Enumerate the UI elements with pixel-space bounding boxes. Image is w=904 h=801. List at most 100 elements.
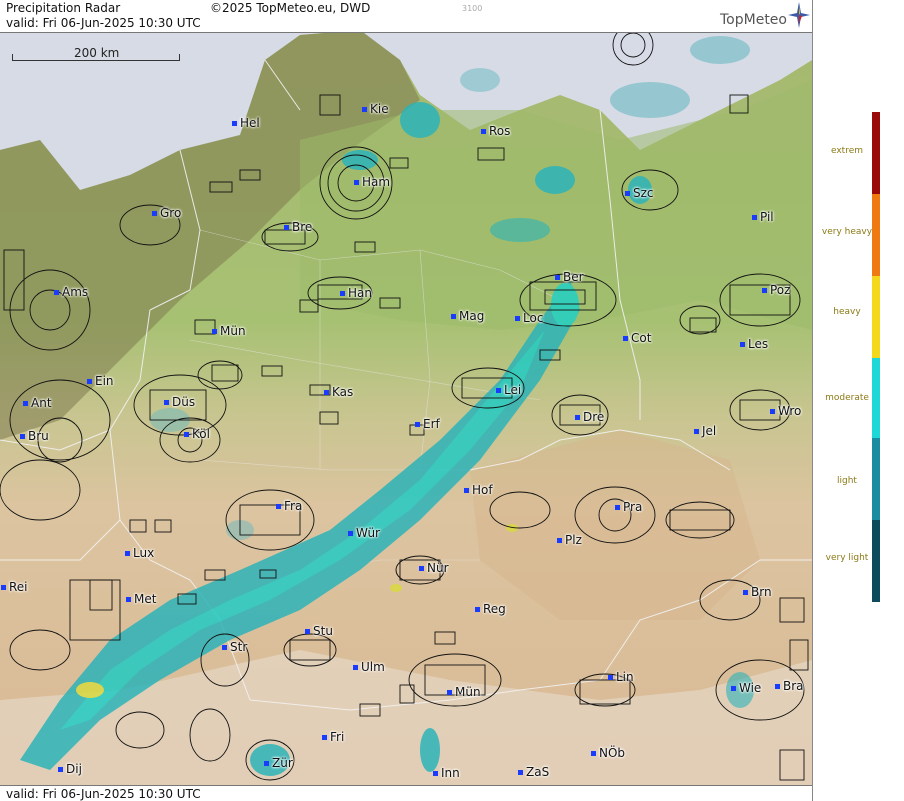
city-dot-icon — [362, 107, 367, 112]
city-marker[interactable]: Zür — [264, 756, 293, 770]
city-dot-icon — [731, 686, 736, 691]
legend-label-very-heavy: very heavy — [821, 227, 873, 237]
city-marker[interactable]: Fri — [322, 730, 344, 744]
city-dot-icon — [284, 225, 289, 230]
city-dot-icon — [354, 180, 359, 185]
city-marker[interactable]: Lei — [496, 383, 521, 397]
city-dot-icon — [475, 607, 480, 612]
city-marker[interactable]: Ams — [54, 285, 88, 299]
city-marker[interactable]: Gro — [152, 206, 181, 220]
city-marker[interactable]: Wie — [731, 681, 761, 695]
city-dot-icon — [770, 409, 775, 414]
city-marker[interactable]: Met — [126, 592, 156, 606]
city-marker[interactable]: Düs — [164, 395, 195, 409]
city-marker[interactable]: Stu — [305, 624, 333, 638]
city-marker[interactable]: Brn — [743, 585, 772, 599]
scale-label: 200 km — [74, 46, 120, 60]
city-dot-icon — [353, 665, 358, 670]
city-dot-icon — [54, 290, 59, 295]
city-marker[interactable]: Ein — [87, 374, 114, 388]
city-dot-icon — [518, 770, 523, 775]
city-marker[interactable]: Cot — [623, 331, 651, 345]
scale-tick-left — [12, 54, 13, 61]
legend-label-very-light: very light — [825, 553, 869, 563]
city-marker[interactable]: Dij — [58, 762, 82, 776]
terrain-base-map — [0, 0, 812, 801]
city-dot-icon — [555, 275, 560, 280]
city-dot-icon — [740, 342, 745, 347]
city-dot-icon — [264, 761, 269, 766]
city-dot-icon — [126, 597, 131, 602]
city-marker[interactable]: Plz — [557, 533, 582, 547]
city-dot-icon — [125, 551, 130, 556]
copyright-text: ©2025 TopMeteo.eu, DWD — [210, 1, 371, 15]
city-dot-icon — [481, 129, 486, 134]
city-marker[interactable]: Pra — [615, 500, 642, 514]
topmeteo-logo: TopMeteo — [720, 12, 787, 28]
city-marker[interactable]: Ber — [555, 270, 584, 284]
city-marker[interactable]: Poz — [762, 283, 790, 297]
city-dot-icon — [152, 211, 157, 216]
scale-line — [12, 60, 180, 61]
city-marker[interactable]: Nür — [419, 561, 449, 575]
city-dot-icon — [447, 690, 452, 695]
radar-map[interactable]: Precipitation Radar ©2025 TopMeteo.eu, D… — [0, 0, 812, 801]
city-dot-icon — [608, 675, 613, 680]
city-dot-icon — [743, 590, 748, 595]
precipitation-legend: extrem very heavy heavy moderate light v… — [812, 0, 904, 801]
city-dot-icon — [623, 336, 628, 341]
city-marker[interactable]: Szc — [625, 186, 654, 200]
city-marker[interactable]: Bru — [20, 429, 49, 443]
city-marker[interactable]: Dre — [575, 410, 604, 424]
city-dot-icon — [775, 684, 780, 689]
city-marker[interactable]: Str — [222, 640, 247, 654]
city-dot-icon — [433, 771, 438, 776]
city-dot-icon — [184, 432, 189, 437]
city-marker[interactable]: Jel — [694, 424, 716, 438]
city-marker[interactable]: Ant — [23, 396, 52, 410]
city-dot-icon — [87, 379, 92, 384]
map-footer: valid: Fri 06-Jun-2025 10:30 UTC — [0, 785, 812, 801]
city-marker[interactable]: Lux — [125, 546, 154, 560]
city-marker[interactable]: Reg — [475, 602, 506, 616]
city-marker[interactable]: Mün — [212, 324, 246, 338]
city-marker[interactable]: Inn — [433, 766, 460, 780]
city-dot-icon — [415, 422, 420, 427]
city-marker[interactable]: Erf — [415, 417, 440, 431]
city-dot-icon — [625, 191, 630, 196]
city-marker[interactable]: Hel — [232, 116, 260, 130]
city-marker[interactable]: Kas — [324, 385, 353, 399]
city-marker[interactable]: Wür — [348, 526, 380, 540]
city-marker[interactable]: Bra — [775, 679, 804, 693]
legend-label-moderate: moderate — [825, 393, 869, 403]
city-marker[interactable]: Les — [740, 337, 768, 351]
city-marker[interactable]: Bre — [284, 220, 312, 234]
legend-label-light: light — [837, 476, 857, 486]
city-marker[interactable]: Pil — [752, 210, 774, 224]
city-marker[interactable]: Han — [340, 286, 372, 300]
city-marker[interactable]: Lin — [608, 670, 634, 684]
city-dot-icon — [324, 390, 329, 395]
city-marker[interactable]: Loc — [515, 311, 543, 325]
city-marker[interactable]: NÖb — [591, 746, 625, 760]
city-marker[interactable]: Hof — [464, 483, 493, 497]
compass-star-icon — [788, 2, 810, 28]
city-marker[interactable]: ZaS — [518, 765, 549, 779]
city-marker[interactable]: Köl — [184, 427, 210, 441]
city-marker[interactable]: Ham — [354, 175, 390, 189]
city-marker[interactable]: Mag — [451, 309, 484, 323]
city-marker[interactable]: Ulm — [353, 660, 385, 674]
city-marker[interactable]: Mün — [447, 685, 481, 699]
city-dot-icon — [212, 329, 217, 334]
city-marker[interactable]: Fra — [276, 499, 302, 513]
city-dot-icon — [23, 401, 28, 406]
city-marker[interactable]: Wro — [770, 404, 801, 418]
city-dot-icon — [348, 531, 353, 536]
legend-swatch-heavy — [872, 276, 880, 358]
city-marker[interactable]: Rei — [1, 580, 28, 594]
city-marker[interactable]: Ros — [481, 124, 510, 138]
city-dot-icon — [322, 735, 327, 740]
city-dot-icon — [305, 629, 310, 634]
city-dot-icon — [575, 415, 580, 420]
city-marker[interactable]: Kie — [362, 102, 389, 116]
